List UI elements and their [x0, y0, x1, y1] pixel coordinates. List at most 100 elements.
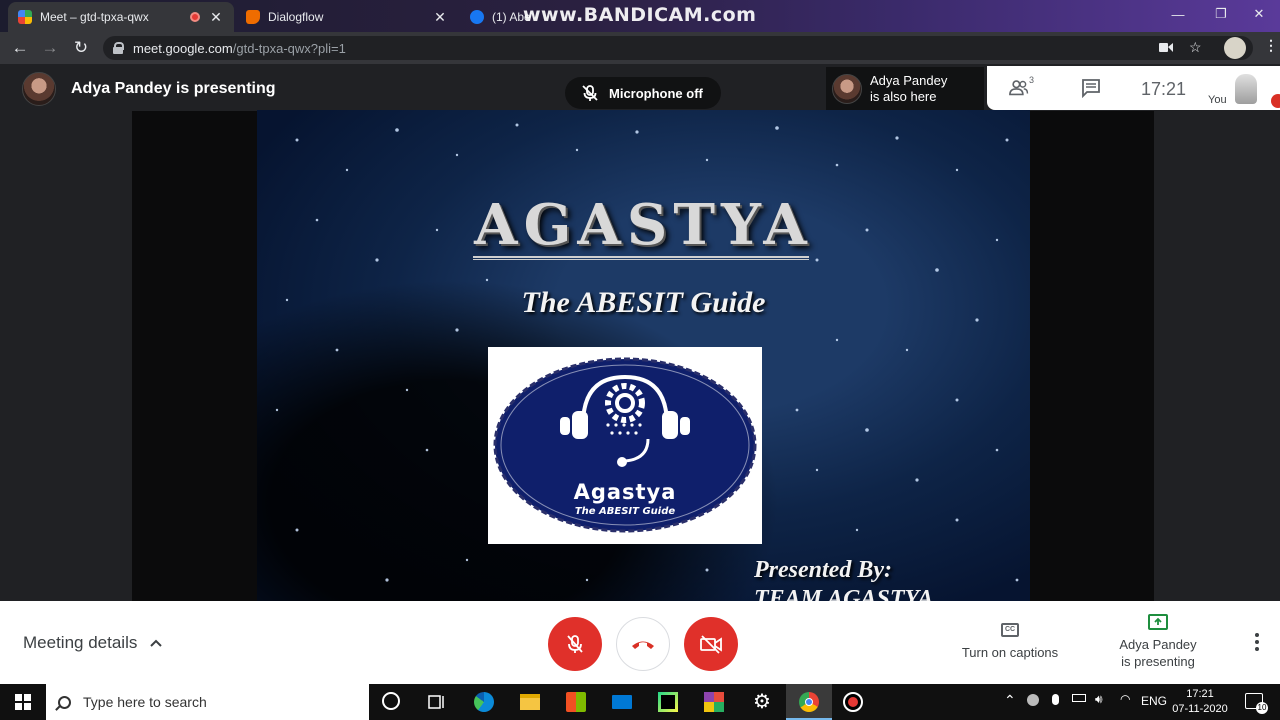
logo-tagline: The ABESIT Guide — [574, 506, 676, 517]
tray-network-warning-icon[interactable] — [1027, 694, 1039, 706]
closed-captions-icon: CC — [1001, 623, 1019, 637]
windows-taskbar: Type here to search ⚙ ⌃ 🔊︎ ◠ ENG 17:21 0… — [0, 684, 1280, 720]
presenting-name: Adya Pandey — [1119, 637, 1197, 652]
tab-title: Dialogflow — [268, 10, 324, 24]
slide-title: AGASTYA — [474, 192, 813, 258]
mic-off-icon — [582, 85, 598, 101]
minimize-icon[interactable]: — — [1155, 0, 1201, 28]
slide-subtitle: The ABESIT Guide — [521, 286, 766, 319]
pycharm-icon[interactable] — [658, 692, 678, 712]
cortana-icon[interactable] — [382, 692, 400, 710]
taskbar-time: 17:21 — [1186, 688, 1214, 700]
self-video — [1235, 74, 1257, 104]
microphone-icon[interactable] — [1052, 694, 1059, 705]
battery-icon[interactable] — [1072, 694, 1086, 702]
settings-gear-icon[interactable]: ⚙ — [752, 692, 772, 712]
tab-dialogflow[interactable]: Dialogflow ✕ — [236, 2, 458, 32]
close-tab-icon[interactable]: ✕ — [432, 9, 448, 26]
captions-label: Turn on captions — [961, 645, 1059, 660]
task-view-icon[interactable] — [427, 692, 447, 712]
mic-status-text: Microphone off — [609, 85, 703, 101]
url-path: /gtd-tpxa-qwx?pli=1 — [232, 40, 346, 56]
presenting-status: is presenting — [1121, 654, 1195, 669]
tray-expand-icon[interactable]: ⌃ — [1004, 692, 1016, 709]
url-host: meet.google.com — [133, 40, 233, 56]
camera-toggle-button[interactable] — [684, 617, 738, 671]
presenter-avatar — [22, 72, 56, 106]
search-placeholder: Type here to search — [83, 694, 207, 710]
mail-icon[interactable] — [612, 695, 632, 709]
meet-control-bar: Meeting details CC Turn on captions Adya… — [0, 601, 1280, 684]
microphone-toggle-button[interactable] — [548, 617, 602, 671]
participant-tile[interactable]: Adya Pandey is also here — [826, 67, 984, 111]
windows-start-icon[interactable] — [0, 684, 46, 720]
chevron-up-icon — [150, 639, 163, 647]
chat-icon[interactable] — [1079, 78, 1103, 98]
facebook-icon — [470, 10, 484, 24]
search-icon — [58, 695, 71, 709]
taskbar-clock[interactable]: 17:21 07-11-2020 — [1170, 687, 1230, 717]
wifi-icon[interactable]: ◠ — [1120, 692, 1130, 706]
participant-avatar — [832, 74, 862, 104]
participant-label: Adya Pandey is also here — [870, 73, 947, 105]
title-underline — [473, 256, 809, 260]
dialogflow-icon — [246, 10, 260, 24]
browser-menu-icon[interactable]: ⋮ — [1264, 37, 1278, 54]
browser-tab-strip: Meet – gtd-tpxa-qwx ✕ Dialogflow ✕ (1) A… — [0, 0, 1280, 32]
team-name: TEAM AGASTYA — [754, 586, 934, 601]
close-window-icon[interactable]: ✕ — [1236, 0, 1280, 28]
tab-meet[interactable]: Meet – gtd-tpxa-qwx ✕ — [8, 2, 234, 32]
microphone-off-badge: Microphone off — [565, 77, 721, 109]
video-off-icon — [700, 635, 722, 654]
lock-icon — [113, 42, 124, 54]
self-label: You — [1208, 94, 1227, 106]
url-field[interactable]: meet.google.com /gtd-tpxa-qwx?pli=1 — [103, 36, 1253, 60]
store-icon[interactable] — [566, 692, 586, 712]
file-explorer-icon[interactable] — [520, 694, 540, 710]
presentation-slide: AGASTYA The ABESIT Guide Agastya The ABE… — [257, 110, 1030, 601]
input-language[interactable]: ENG — [1141, 694, 1167, 708]
meeting-clock: 17:21 — [1141, 79, 1187, 99]
profile-avatar-icon[interactable] — [1224, 37, 1246, 59]
present-screen-icon — [1148, 614, 1168, 630]
presenting-button[interactable]: Adya Pandey is presenting — [1112, 614, 1204, 670]
taskbar-search-input[interactable]: Type here to search — [46, 684, 369, 720]
camera-indicator-icon[interactable] — [1159, 42, 1173, 53]
close-tab-icon[interactable]: ✕ — [208, 9, 224, 26]
forward-arrow-icon[interactable]: → — [40, 38, 60, 58]
participant-name: Adya Pandey — [870, 73, 948, 88]
participant-status: is also here — [870, 89, 937, 104]
logo-wordmark: Agastya — [573, 480, 677, 504]
chrome-taskbar-button[interactable] — [786, 684, 832, 720]
bandicam-watermark: www.BANDICAM.com — [523, 4, 757, 26]
meeting-details-label: Meeting details — [23, 633, 138, 652]
agastya-logo: Agastya The ABESIT Guide — [488, 347, 762, 544]
more-options-icon[interactable] — [1250, 633, 1264, 653]
recording-indicator-icon — [190, 12, 200, 22]
participant-count: 3 — [1029, 75, 1035, 85]
self-muted-icon — [1271, 94, 1280, 108]
notification-center-icon[interactable]: 10 — [1245, 693, 1268, 714]
bandicam-record-icon[interactable] — [843, 692, 863, 712]
mic-off-icon — [567, 635, 583, 653]
reload-icon[interactable]: ↻ — [71, 38, 91, 58]
captions-button[interactable]: CC Turn on captions — [955, 621, 1065, 660]
address-bar: ← → ↻ meet.google.com /gtd-tpxa-qwx?pli=… — [0, 32, 1280, 64]
google-meet-icon — [18, 10, 32, 24]
back-arrow-icon[interactable]: ← — [10, 38, 30, 58]
meeting-details-button[interactable]: Meeting details — [23, 633, 163, 653]
volume-icon[interactable]: 🔊︎ — [1095, 692, 1103, 707]
office-app-icon[interactable] — [704, 692, 724, 712]
leave-call-button[interactable] — [616, 617, 670, 671]
presenter-label: Adya Pandey is presenting — [71, 80, 276, 97]
hang-up-icon — [632, 641, 654, 649]
meeting-info-panel: 3 17:21 — [987, 66, 1205, 110]
notification-count: 10 — [1256, 702, 1268, 714]
self-view-tile[interactable]: You — [1205, 66, 1280, 110]
taskbar-date: 07-11-2020 — [1172, 703, 1228, 715]
bookmark-star-icon[interactable]: ☆ — [1189, 39, 1202, 56]
presented-by-label: Presented By: — [754, 557, 892, 583]
tab-title: Meet – gtd-tpxa-qwx — [40, 10, 149, 24]
presenter-bar: Adya Pandey is presenting — [22, 72, 276, 106]
edge-icon[interactable] — [474, 692, 494, 712]
